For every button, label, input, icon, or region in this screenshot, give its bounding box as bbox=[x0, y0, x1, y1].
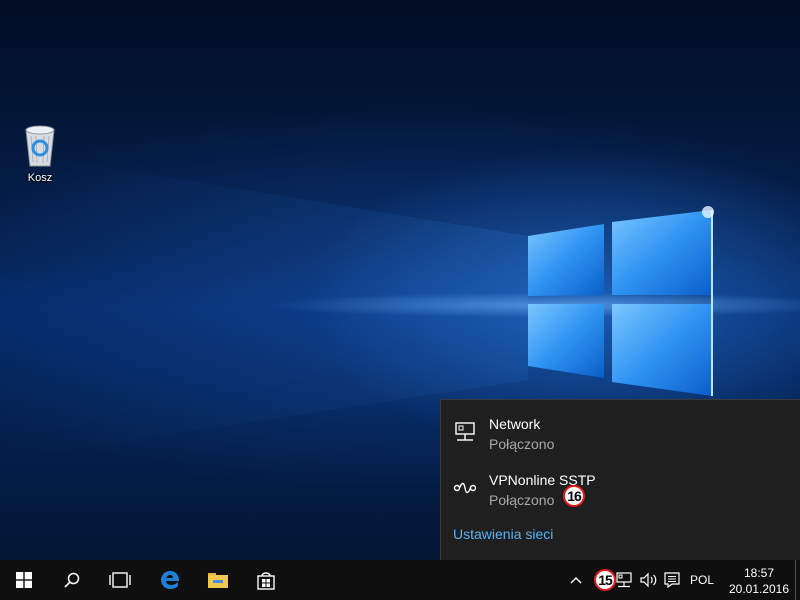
ethernet-icon bbox=[455, 422, 475, 441]
edge-browser-icon bbox=[161, 571, 179, 589]
store-icon bbox=[257, 572, 275, 590]
connection-network[interactable]: Network Połączono bbox=[441, 406, 800, 458]
action-center-button[interactable] bbox=[662, 570, 682, 590]
clock[interactable]: 18:57 20.01.2016 bbox=[726, 565, 792, 597]
search-button[interactable] bbox=[48, 560, 96, 600]
search-icon bbox=[64, 572, 80, 588]
network-flyout: Network Połączono VPNonline SSTP Połączo… bbox=[440, 399, 800, 560]
network-settings-link[interactable]: Ustawienia sieci bbox=[453, 526, 553, 542]
connection-status: Połączono bbox=[489, 492, 555, 508]
taskbar-store[interactable] bbox=[242, 560, 290, 600]
action-center-icon bbox=[664, 572, 680, 588]
callout-badge-16: 16 bbox=[563, 485, 585, 507]
recycle-bin-label: Kosz bbox=[27, 172, 53, 184]
file-explorer-icon bbox=[208, 573, 228, 588]
network-icon bbox=[616, 572, 632, 588]
network-tray-button[interactable] bbox=[614, 570, 634, 590]
taskbar-file-explorer[interactable] bbox=[194, 560, 242, 600]
recycle-bin-icon bbox=[25, 125, 55, 167]
chevron-up-icon bbox=[570, 576, 582, 584]
connection-vpn[interactable]: VPNonline SSTP Połączono 16 bbox=[441, 462, 800, 514]
clock-date: 20.01.2016 bbox=[728, 582, 790, 596]
vpn-icon bbox=[453, 482, 477, 494]
show-hidden-icons-button[interactable] bbox=[566, 570, 586, 590]
input-language-indicator[interactable]: POL bbox=[683, 573, 721, 587]
callout-badge-15: 15 bbox=[594, 569, 616, 591]
volume-icon bbox=[640, 572, 657, 588]
connection-name: Network bbox=[489, 416, 541, 432]
start-windows-icon bbox=[16, 572, 32, 588]
task-view-icon bbox=[109, 572, 131, 588]
clock-time: 18:57 bbox=[743, 566, 775, 580]
show-desktop-button[interactable] bbox=[795, 560, 800, 600]
start-button[interactable] bbox=[0, 560, 48, 600]
taskbar: 15 POL 18:57 20.01.2016 bbox=[0, 560, 800, 600]
connection-status: Połączono bbox=[489, 436, 555, 452]
taskbar-edge[interactable] bbox=[146, 560, 194, 600]
desktop-icon-recycle-bin[interactable]: Kosz bbox=[14, 122, 66, 184]
task-view-button[interactable] bbox=[96, 560, 144, 600]
volume-button[interactable] bbox=[638, 570, 660, 590]
